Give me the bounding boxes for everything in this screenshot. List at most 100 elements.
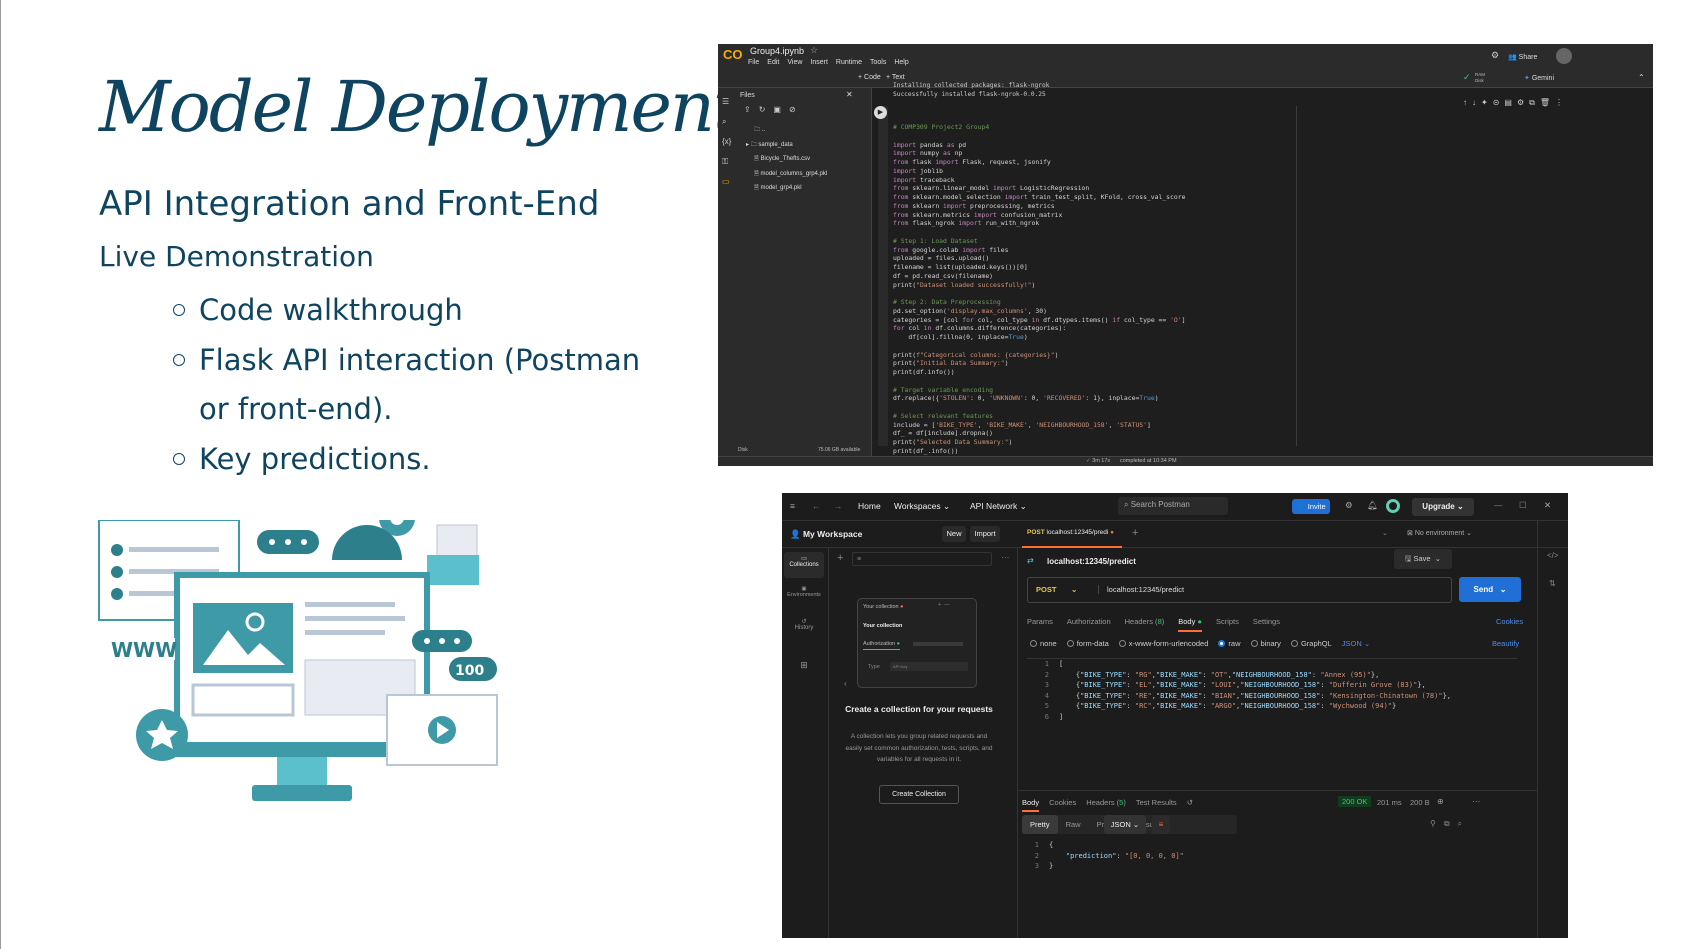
tab-params[interactable]: Params xyxy=(1027,617,1053,626)
response-body-viewer[interactable]: 1{2 "prediction": "[0, 0, 0, 0]" 3} xyxy=(1027,840,1517,872)
circle-bullet-icon xyxy=(173,353,185,366)
body-type-GraphQL[interactable]: GraphQL xyxy=(1290,639,1332,648)
info-icon[interactable]: ⇅ xyxy=(1549,579,1556,588)
file-item[interactable]: 🗀︎ .. xyxy=(746,123,827,138)
menu-item[interactable]: View xyxy=(787,59,802,66)
variables-icon[interactable]: {x} xyxy=(722,132,731,152)
body-type-none[interactable]: none xyxy=(1030,639,1057,648)
ram-disk-indicator[interactable]: RAM Disk xyxy=(1475,72,1485,84)
file-item[interactable]: ▸ 🗀︎ sample_data xyxy=(746,138,827,153)
add-collection-icon[interactable]: + xyxy=(837,552,843,564)
history-icon[interactable]: ↺ xyxy=(1187,798,1193,807)
import-button[interactable]: Import xyxy=(970,526,1000,542)
sidebar-item-history[interactable]: ↺ History xyxy=(784,618,824,631)
sidebar-item-environments[interactable]: ▣ Environments xyxy=(784,586,824,598)
notebook-filename[interactable]: Group4.ipynb xyxy=(750,46,804,56)
url-input[interactable]: localhost:12345/predict xyxy=(1098,585,1184,594)
code-line: filename = list(uploaded.keys())[0] xyxy=(893,263,1028,271)
menu-icon[interactable]: ≡ xyxy=(790,501,795,511)
response-tab[interactable]: Test Results xyxy=(1136,798,1177,807)
new-tab-button[interactable]: + xyxy=(1132,527,1138,539)
request-tab[interactable]: POST localhost:12345/predi ● xyxy=(1022,521,1122,548)
avatar[interactable] xyxy=(1386,499,1400,513)
share-button[interactable]: 👥 Share xyxy=(1508,53,1537,61)
nav-api-network[interactable]: API Network ⌄ xyxy=(970,501,1027,512)
body-format-select[interactable]: JSON ⌄ xyxy=(1342,639,1370,648)
search-input[interactable]: ⌕ Search Postman xyxy=(1118,497,1228,515)
cookies-link[interactable]: Cookies xyxy=(1496,617,1523,626)
tab-headers[interactable]: Headers (8) xyxy=(1125,617,1165,626)
wrap-lines-icon[interactable]: ≡ xyxy=(1152,815,1170,834)
run-cell-button[interactable]: ▶ xyxy=(874,106,887,119)
environment-selector[interactable]: ⊠ No environment ⌄ xyxy=(1407,529,1472,537)
add-apps-icon[interactable]: ⊞ xyxy=(784,660,824,671)
request-name[interactable]: localhost:12345/predict xyxy=(1047,557,1136,566)
invite-button[interactable]: 👤 Invite xyxy=(1292,499,1330,514)
body-type-form-data[interactable]: form-data xyxy=(1066,639,1109,648)
secrets-key-icon[interactable]: ⚿ xyxy=(722,152,731,172)
nav-workspaces[interactable]: Workspaces ⌄ xyxy=(894,501,950,512)
create-collection-button[interactable]: Create Collection xyxy=(879,785,959,804)
menu-item[interactable]: Edit xyxy=(767,59,779,66)
send-button[interactable]: Send ⌄ xyxy=(1459,577,1521,602)
files-folder-icon[interactable]: ▭ xyxy=(722,172,731,192)
file-item[interactable]: 🗎︎ model_columns_grp4.pkl xyxy=(746,167,827,182)
toc-icon[interactable]: ☰ xyxy=(722,92,731,112)
response-format-select[interactable]: JSON ⌄ xyxy=(1104,815,1146,834)
menu-item[interactable]: Tools xyxy=(870,59,886,66)
menu-item[interactable]: Help xyxy=(894,59,908,66)
menu-item[interactable]: Runtime xyxy=(836,59,862,66)
request-body-editor[interactable]: 1[2 {"BIKE_TYPE": "RG","BIKE_MAKE": "OT"… xyxy=(1027,658,1517,788)
file-item[interactable]: 🗎︎ model_grp4.pkl xyxy=(746,181,827,196)
nav-home[interactable]: Home xyxy=(858,501,881,511)
workspace-name[interactable]: 👤 My Workspace xyxy=(790,529,862,540)
view-pretty[interactable]: Pretty xyxy=(1022,815,1058,834)
close-icon[interactable]: ✕ xyxy=(846,90,853,99)
body-type-raw[interactable]: raw xyxy=(1218,639,1241,648)
response-tab[interactable]: Body xyxy=(1022,798,1040,812)
cell-toolbar[interactable]: ↑↓✦⊝▤⚙⧉🗑⋮ xyxy=(1463,98,1568,108)
sidebar-item-collections[interactable]: ▭ Collections xyxy=(784,552,824,578)
response-tab[interactable]: Headers (5) xyxy=(1086,798,1126,807)
tab-authorization[interactable]: Authorization xyxy=(1067,617,1111,626)
upgrade-button[interactable]: Upgrade ⌄ xyxy=(1412,498,1474,516)
collapse-icon[interactable]: ⌃ xyxy=(1638,73,1645,82)
menu-item[interactable]: Insert xyxy=(810,59,828,66)
collapse-sidebar-icon[interactable]: ‹ xyxy=(844,678,847,688)
tab-body[interactable]: Body ● xyxy=(1178,617,1202,632)
response-actions[interactable]: ⚲⧉⌕ xyxy=(1430,819,1470,829)
new-button[interactable]: New xyxy=(942,526,966,542)
search-icon[interactable]: ⌕ xyxy=(722,112,731,132)
tab-scripts[interactable]: Scripts xyxy=(1216,617,1239,626)
settings-icon[interactable]: ⚙ xyxy=(1345,500,1353,511)
response-tab[interactable]: Cookies xyxy=(1049,798,1076,807)
avatar[interactable] xyxy=(1556,48,1572,64)
add-code-button[interactable]: + Code xyxy=(858,74,881,81)
menu-item[interactable]: File xyxy=(748,59,759,66)
maximize-icon[interactable]: ☐ xyxy=(1519,500,1527,511)
view-raw[interactable]: Raw xyxy=(1058,815,1089,834)
more-options-icon[interactable]: ··· xyxy=(1001,552,1010,562)
filter-input[interactable]: ≡ xyxy=(852,552,992,566)
tab-settings[interactable]: Settings xyxy=(1253,617,1280,626)
gemini-button[interactable]: ✦ Gemini xyxy=(1524,74,1554,82)
tabs-dropdown-icon[interactable]: ⌄ xyxy=(1382,529,1388,537)
notifications-bell-icon[interactable]: 🔔︎ xyxy=(1367,500,1378,511)
minimize-icon[interactable]: — xyxy=(1494,500,1503,510)
method-select[interactable]: POST ⌄ xyxy=(1036,585,1077,594)
beautify-link[interactable]: Beautify xyxy=(1492,639,1519,648)
code-snippet-icon[interactable]: </> xyxy=(1547,551,1559,560)
star-icon[interactable]: ☆ xyxy=(810,45,818,56)
forward-icon[interactable]: → xyxy=(834,501,843,511)
back-icon[interactable]: ← xyxy=(812,501,821,511)
body-type-x-www-form-urlencoded[interactable]: x-www-form-urlencoded xyxy=(1118,639,1208,648)
close-icon[interactable]: ✕ xyxy=(1544,500,1551,511)
body-type-binary[interactable]: binary xyxy=(1250,639,1281,648)
more-options-icon[interactable]: ··· xyxy=(1472,796,1481,806)
code-cell[interactable]: # COMP309 Project2 Group4 import pandas … xyxy=(893,123,1185,456)
settings-icon[interactable]: ⚙ xyxy=(1491,50,1499,61)
save-button[interactable]: 🖫 Save ⌄ xyxy=(1394,549,1452,569)
add-text-button[interactable]: + Text xyxy=(886,74,905,81)
file-item[interactable]: 🗎︎ Bicycle_Thefts.csv xyxy=(746,152,827,167)
globe-icon[interactable]: ⊕ xyxy=(1437,797,1444,806)
